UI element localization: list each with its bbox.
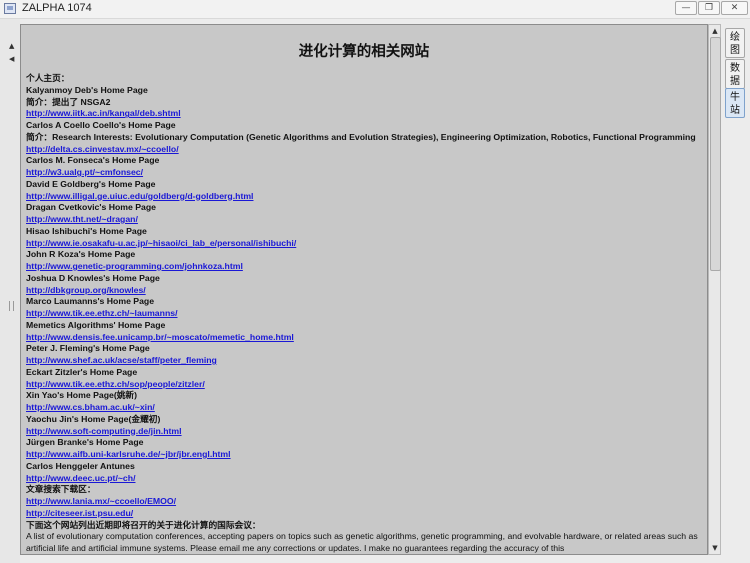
scroll-down-arrow-icon[interactable]: ▼: [710, 543, 720, 553]
site-label: Marco Laumanns's Home Page: [26, 296, 155, 307]
site-label: 简介：提出了 NSGA2: [26, 96, 111, 107]
site-label: Carlos Henggeler Antunes: [26, 460, 135, 471]
site-link[interactable]: http://www.tik.ee.ethz.ch/sop/people/zit…: [26, 379, 702, 391]
tab-data-label: 数据: [730, 63, 740, 87]
tab-plot[interactable]: 绘图: [725, 28, 745, 58]
site-label: Joshua D Knowles's Home Page: [26, 272, 160, 283]
site-link[interactable]: http://www.deec.uc.pt/~ch/: [26, 473, 702, 485]
site-link[interactable]: http://www.aifb.uni-karlsruhe.de/~jbr/jb…: [26, 449, 702, 461]
site-label: Memetics Algorithms' Home Page: [26, 319, 166, 330]
site-link[interactable]: http://www.tik.ee.ethz.ch/~laumanns/: [26, 308, 702, 320]
site-link[interactable]: http://delta.cs.cinvestav.mx/~ccoello/: [26, 144, 702, 156]
conference-description: A list of evolutionary computation confe…: [26, 531, 698, 553]
site-link[interactable]: http://www.tht.net/~dragan/: [26, 214, 702, 226]
site-link[interactable]: http://www.shef.ac.uk/acse/staff/peter_f…: [26, 355, 702, 367]
tab-data[interactable]: 数据: [725, 59, 745, 89]
site-label: Xin Yao's Home Page(姚新): [26, 390, 138, 401]
site-label: Dragan Cvetkovic's Home Page: [26, 202, 157, 213]
scroll-up-arrow-icon[interactable]: ▲: [710, 26, 720, 36]
site-label: Kalyanmoy Deb's Home Page: [26, 84, 148, 95]
page-title: 进化计算的相关网站: [298, 44, 430, 60]
site-link[interactable]: http://w3.ualg.pt/~cmfonsec/: [26, 167, 702, 179]
tab-sites[interactable]: 牛站: [725, 88, 745, 118]
content-panel: 进化计算的相关网站 个人主页： Kalyanmoy Deb's Home Page…: [20, 24, 708, 555]
site-link[interactable]: http://www.lania.mx/~ccoello/EMOO/: [26, 496, 702, 508]
site-label: John R Koza's Home Page: [26, 249, 136, 260]
tab-plot-label: 绘图: [730, 32, 740, 56]
site-label: Peter J. Fleming's Home Page: [26, 343, 150, 354]
tab-sites-label: 牛站: [730, 92, 740, 116]
site-link[interactable]: http://www.densis.fee.unicamp.br/~moscat…: [26, 332, 702, 344]
site-label: Eckart Zitzler's Home Page: [26, 366, 138, 377]
app-window-icon: [4, 3, 16, 14]
close-button[interactable]: ✕: [721, 1, 748, 15]
vertical-scrollbar[interactable]: ▲ ▼: [708, 24, 721, 555]
site-label: 简介：Research Interests: Evolutionary Comp…: [26, 131, 696, 142]
scrollbar-thumb[interactable]: [710, 37, 721, 271]
site-label: 个人主页：: [26, 73, 70, 83]
left-splitter[interactable]: ▲ ◀: [0, 19, 20, 563]
site-label: Yaochu Jin's Home Page(金耀初): [26, 413, 161, 424]
site-link[interactable]: http://citeseer.ist.psu.edu/: [26, 508, 702, 520]
site-label: 文章搜索下载区：: [26, 484, 96, 495]
site-link[interactable]: http://www.iitk.ac.in/kangal/deb.shtml: [26, 108, 702, 120]
maximize-button[interactable]: ❐: [698, 1, 720, 15]
site-link[interactable]: http://www.illigal.ge.uiuc.edu/goldberg/…: [26, 191, 702, 203]
site-link[interactable]: http://dbkgroup.org/knowles/: [26, 285, 702, 297]
site-link[interactable]: http://www.soft-computing.de/jin.html: [26, 426, 702, 438]
collapse-up-arrow-icon[interactable]: ▲: [9, 42, 14, 50]
collapse-left-arrow-icon[interactable]: ◀: [9, 55, 14, 63]
site-label: David E Goldberg's Home Page: [26, 178, 156, 189]
window-title: ZALPHA 1074: [22, 2, 92, 14]
site-label: 下面这个网站列出近期即将召开的关于进化计算的国际会议：: [26, 519, 261, 530]
site-link[interactable]: http://www.ie.osakafu-u.ac.jp/~hisaoi/ci…: [26, 238, 702, 250]
title-bar: ZALPHA 1074 — ❐ ✕: [0, 0, 750, 19]
site-label: Hisao Ishibuchi's Home Page: [26, 225, 147, 236]
site-link[interactable]: http://www.cs.bham.ac.uk/~xin/: [26, 402, 702, 414]
site-label: Carlos M. Fonseca's Home Page: [26, 155, 160, 166]
site-link[interactable]: http://www.genetic-programming.com/johnk…: [26, 261, 702, 273]
site-list: 个人主页： Kalyanmoy Deb's Home Page 简介：提出了 NSG…: [26, 73, 702, 531]
minimize-button[interactable]: —: [675, 1, 697, 15]
site-label: Jürgen Branke's Home Page: [26, 437, 144, 448]
splitter-grip-icon[interactable]: [9, 301, 14, 311]
content-body: 进化计算的相关网站 个人主页： Kalyanmoy Deb's Home Page…: [21, 25, 707, 554]
site-label: Carlos A Coello Coello's Home Page: [26, 120, 176, 130]
